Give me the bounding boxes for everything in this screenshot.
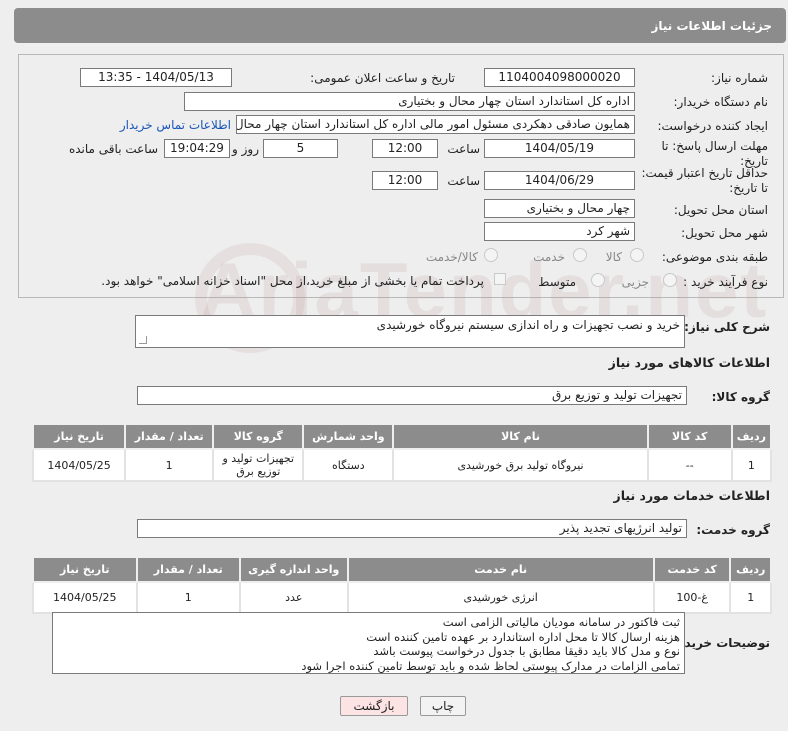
goods-table: ردیف کد کالا نام کالا واحد شمارش گروه کا… (31, 423, 773, 482)
buyer-org-label: نام دستگاه خریدار: (673, 95, 769, 109)
remaining-time-field[interactable]: 19:04:29 (164, 139, 230, 158)
col-goods-name: نام کالا (392, 423, 649, 450)
purchase-option-medium: متوسط (538, 275, 576, 289)
description-text: خرید و نصب تجهیزات و راه اندازی سیستم نی… (376, 318, 680, 332)
cell-goods-name: نیروگاه تولید برق خورشیدی (392, 448, 649, 482)
need-number-label: شماره نیاز: (711, 71, 768, 85)
purchase-radio-medium[interactable] (591, 273, 605, 287)
col-count-unit: واحد شمارش (302, 423, 395, 450)
price-validity-label: حداقل تاریخ اعتبار قیمت: تا تاریخ: (641, 166, 768, 195)
services-section-title: اطلاعات خدمات مورد نیاز (613, 488, 771, 503)
col-row-number: ردیف (730, 423, 773, 450)
col-row-number: ردیف (729, 556, 772, 583)
col-goods-code: کد کالا (646, 423, 733, 450)
buyer-org-field[interactable]: اداره کل استاندارد استان چهار محال و بخت… (184, 92, 635, 111)
cell-measure-unit: عدد (238, 581, 349, 614)
goods-table-header: ردیف کد کالا نام کالا واحد شمارش گروه کا… (31, 423, 773, 450)
reply-deadline-label: مهلت ارسال پاسخ: تا تاریخ: (661, 139, 768, 168)
cell-row-number: 1 (729, 581, 772, 614)
services-table-header: ردیف کد خدمت نام خدمت واحد اندازه گیری ت… (32, 556, 772, 583)
price-time-field[interactable]: 12:00 (372, 171, 438, 190)
cell-goods-code: -- (646, 448, 733, 482)
need-number-field[interactable]: 1104004098000020 (484, 68, 635, 87)
reply-time-field[interactable]: 12:00 (372, 139, 438, 158)
reply-time-label: ساعت (447, 142, 480, 156)
price-time-label: ساعت (447, 174, 480, 188)
col-measure-unit: واحد اندازه گیری (238, 556, 349, 583)
cell-goods-group: تجهیزات تولید و توزیع برق (212, 448, 305, 482)
cell-need-date: 1404/05/25 (32, 581, 138, 614)
category-radio-goods[interactable] (630, 248, 644, 262)
goods-group-field[interactable]: تجهیزات تولید و توزیع برق (137, 386, 687, 405)
table-row[interactable]: 1 غ-100 انرژی خورشیدی عدد 1 1404/05/25 (32, 581, 772, 614)
buyer-note-line: هزینه ارسال کالا تا محل اداره استاندارد … (366, 629, 680, 644)
goods-section-title: اطلاعات کالاهای مورد نیاز (608, 355, 770, 370)
creator-field[interactable]: همایون صادقی دهکردی مسئول امور مالی ادار… (236, 115, 635, 134)
category-option-goods-service: کالا/خدمت (425, 250, 478, 264)
resize-handle-icon[interactable] (139, 336, 147, 344)
purchase-option-minor: جزیی (621, 275, 649, 289)
description-label: شرح کلی نیاز: (684, 320, 770, 334)
page-header: جزئیات اطلاعات نیاز (14, 8, 786, 43)
col-need-date: تاریخ نیاز (32, 556, 138, 583)
purchase-radio-minor[interactable] (663, 273, 677, 287)
buyer-contact-link[interactable]: اطلاعات تماس خریدار (120, 118, 231, 132)
category-option-goods: کالا (605, 250, 622, 264)
days-field[interactable]: 5 (263, 139, 338, 158)
price-date-field[interactable]: 1404/06/29 (484, 171, 635, 190)
treasury-payment-checkbox[interactable] (494, 273, 506, 285)
province-label: استان محل تحویل: (673, 203, 768, 217)
remaining-label: ساعت باقی مانده (68, 142, 158, 156)
buyer-note-line: ثبت فاکتور در سامانه مودیان مالیاتی الزا… (442, 615, 680, 629)
cell-quantity: 1 (135, 581, 241, 614)
services-table: ردیف کد خدمت نام خدمت واحد اندازه گیری ت… (32, 556, 772, 614)
province-field[interactable]: چهار محال و بختیاری (484, 199, 635, 218)
city-field[interactable]: شهر کرد (484, 222, 635, 241)
purchase-type-label: نوع فرآیند خرید : (683, 275, 768, 289)
col-need-date: تاریخ نیاز (31, 423, 127, 450)
print-button[interactable]: چاپ (420, 696, 466, 716)
col-service-name: نام خدمت (346, 556, 655, 583)
reply-date-field[interactable]: 1404/05/19 (484, 139, 635, 158)
category-option-service: خدمت (533, 250, 565, 264)
col-goods-group: گروه کالا (212, 423, 305, 450)
category-radio-goods-service[interactable] (484, 248, 498, 262)
days-label: روز و (232, 142, 259, 156)
back-button[interactable]: بازگشت (340, 696, 408, 716)
service-group-label: گروه خدمت: (696, 523, 770, 537)
cell-quantity: 1 (124, 448, 215, 482)
col-quantity: تعداد / مقدار (124, 423, 215, 450)
category-radio-service[interactable] (573, 248, 587, 262)
cell-service-name: انرژی خورشیدی (346, 581, 655, 614)
table-row[interactable]: 1 -- نیروگاه تولید برق خورشیدی دستگاه تج… (31, 448, 773, 482)
cell-service-code: غ-100 (652, 581, 732, 614)
buyer-note-line: نوع و مدل کالا باید دقیقا مطابق با جدول … (373, 644, 680, 658)
goods-group-label: گروه کالا: (711, 390, 770, 404)
col-service-code: کد خدمت (652, 556, 732, 583)
cell-need-date: 1404/05/25 (31, 448, 127, 482)
page-title: جزئیات اطلاعات نیاز (651, 19, 772, 33)
service-group-field[interactable]: تولید انرژیهای تجدید پذیر (137, 519, 687, 538)
announce-label: تاریخ و ساعت اعلان عمومی: (310, 71, 455, 85)
buyer-note-line: تمامی الزامات در مدارک پیوستی لحاظ شده و… (301, 658, 680, 673)
cell-row-number: 1 (730, 448, 773, 482)
payment-note: پرداخت تمام یا بخشی از مبلغ خرید،از محل … (101, 274, 484, 288)
creator-label: ایجاد کننده درخواست: (657, 119, 768, 133)
category-label: طبقه بندی موضوعی: (661, 250, 768, 264)
buyer-notes-textarea[interactable]: ثبت فاکتور در سامانه مودیان مالیاتی الزا… (52, 612, 685, 674)
cell-count-unit: دستگاه (302, 448, 395, 482)
description-textarea[interactable]: خرید و نصب تجهیزات و راه اندازی سیستم نی… (135, 315, 685, 348)
announce-field[interactable]: 1404/05/13 - 13:35 (80, 68, 232, 87)
city-label: شهر محل تحویل: (681, 226, 768, 240)
col-quantity: تعداد / مقدار (135, 556, 241, 583)
